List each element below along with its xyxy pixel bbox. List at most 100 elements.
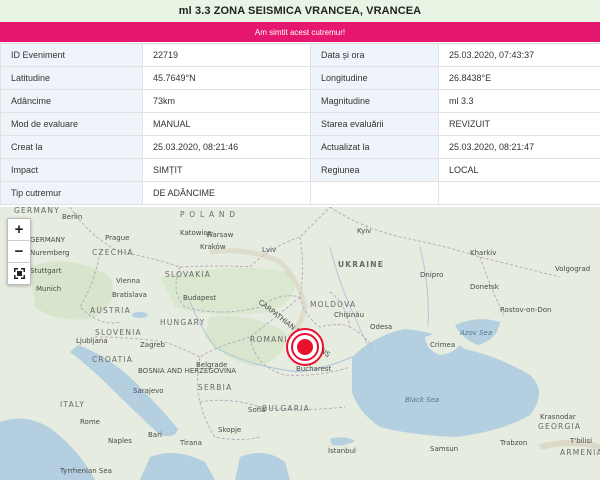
table-row: Mod de evaluare MANUAL Starea evaluării … xyxy=(0,112,600,136)
map-label-sarajevo: Sarajevo xyxy=(133,387,164,395)
map-label-nuremberg: Nuremberg xyxy=(30,249,69,257)
map-label-austria: AUSTRIA xyxy=(90,306,131,315)
map-label-bari: Bari xyxy=(148,431,162,439)
evaluation-status-label: Starea evaluării xyxy=(310,112,439,136)
map-label-naples: Naples xyxy=(108,437,132,445)
map-label-moldova: MOLDOVA xyxy=(310,300,356,309)
empty-cell xyxy=(310,181,439,205)
map-label-donetsk: Donetsk xyxy=(470,283,500,291)
table-row: Adâncime 73km Magnitudine ml 3.3 xyxy=(0,89,600,113)
map-label-lviv: Lviv xyxy=(262,246,276,254)
created-label: Creat la xyxy=(0,135,143,159)
epicenter-marker[interactable] xyxy=(286,328,324,366)
datetime-label: Data și ora xyxy=(310,43,439,67)
table-row: Impact SIMȚIT Regiunea LOCAL xyxy=(0,158,600,182)
map-label-odesa: Odesa xyxy=(370,323,392,331)
fullscreen-icon xyxy=(13,268,25,279)
map-label-armenia: ARMENIA xyxy=(560,448,600,457)
map-label-bulgaria: BULGARIA xyxy=(262,404,310,413)
map-label-bratislava: Bratislava xyxy=(112,291,147,299)
created-value: 25.03.2020, 08:21:46 xyxy=(142,135,311,159)
map-label-poland: P O L A N D xyxy=(180,210,236,219)
map-label-tyrrhenian: Tyrrhenian Sea xyxy=(59,467,112,475)
updated-value: 25.03.2020, 08:21:47 xyxy=(438,135,600,159)
magnitude-value: ml 3.3 xyxy=(438,89,600,113)
depth-label: Adâncime xyxy=(0,89,143,113)
region-value: LOCAL xyxy=(438,158,600,182)
event-title: ml 3.3 ZONA SEISMICA VRANCEA, VRANCEA xyxy=(0,0,600,23)
map-label-kyiv: Kyiv xyxy=(357,227,371,235)
epicenter-map[interactable]: GERMANY Berlin P O L A N D Kyiv Kharkiv … xyxy=(0,207,600,480)
map-label-crimea: Crimea xyxy=(430,341,455,349)
map-label-skopje: Skopje xyxy=(218,426,241,434)
event-id-label: ID Eveniment xyxy=(0,43,143,67)
table-row: Tip cutremur DE ADÂNCIME xyxy=(0,181,600,205)
map-label-budapest: Budapest xyxy=(183,294,216,302)
empty-cell xyxy=(438,181,600,205)
map-label-krasnodar: Krasnodar xyxy=(540,413,576,421)
map-label-kharkiv: Kharkiv xyxy=(470,249,496,257)
event-id-value: 22719 xyxy=(142,43,311,67)
map-label-germany-city: GERMANY xyxy=(30,236,66,244)
evaluation-status-value: REVIZUIT xyxy=(438,112,600,136)
map-label-serbia: SERBIA xyxy=(198,383,232,392)
evaluation-mode-value: MANUAL xyxy=(142,112,311,136)
map-label-czechia: CZECHIA xyxy=(92,248,134,257)
magnitude-label: Magnitudine xyxy=(310,89,439,113)
quake-type-label: Tip cutremur xyxy=(0,181,143,205)
datetime-value: 25.03.2020, 07:43:37 xyxy=(438,43,600,67)
map-label-georgia: GEORGIA xyxy=(538,422,581,431)
map-label-tirana: Tirana xyxy=(179,439,202,447)
map-label-black-sea: Black Sea xyxy=(405,396,439,404)
map-label-dnipro: Dnipro xyxy=(420,271,443,279)
felt-earthquake-button[interactable]: Am simtit acest cutremur! xyxy=(0,22,600,42)
map-label-volgograd: Volgograd xyxy=(555,265,590,273)
map-label-samsun: Samsun xyxy=(430,445,458,453)
longitude-value: 26.8438°E xyxy=(438,66,600,90)
map-label-berlin: Berlin xyxy=(62,213,82,221)
map-label-belgrade: Belgrade xyxy=(196,361,227,369)
table-row: ID Eveniment 22719 Data și ora 25.03.202… xyxy=(0,43,600,67)
map-label-chisinau: Chișinău xyxy=(334,311,364,319)
map-label-azov-sea: Azov Sea xyxy=(459,329,492,337)
event-details-table: ID Eveniment 22719 Data și ora 25.03.202… xyxy=(0,43,600,205)
impact-value: SIMȚIT xyxy=(142,158,311,182)
zoom-in-button[interactable]: + xyxy=(8,219,30,241)
table-row: Creat la 25.03.2020, 08:21:46 Actualizat… xyxy=(0,135,600,159)
quake-type-value: DE ADÂNCIME xyxy=(142,181,311,205)
map-label-rome: Rome xyxy=(80,418,100,426)
map-label-bucharest: Bucharest xyxy=(296,365,331,373)
latitude-label: Latitudine xyxy=(0,66,143,90)
depth-value: 73km xyxy=(142,89,311,113)
map-canvas[interactable]: GERMANY Berlin P O L A N D Kyiv Kharkiv … xyxy=(0,207,600,480)
map-zoom-control[interactable]: + − xyxy=(7,218,31,285)
map-label-croatia: CROATIA xyxy=(92,355,133,364)
longitude-label: Longitudine xyxy=(310,66,439,90)
impact-label: Impact xyxy=(0,158,143,182)
map-label-prague: Prague xyxy=(105,234,129,242)
map-label-italy: ITALY xyxy=(60,400,85,409)
map-label-krakow: Kraków xyxy=(200,243,226,251)
latitude-value: 45.7649°N xyxy=(142,66,311,90)
table-row: Latitudine 45.7649°N Longitudine 26.8438… xyxy=(0,66,600,90)
map-label-ljubljana: Ljubljana xyxy=(76,337,108,345)
map-label-zagreb: Zagreb xyxy=(140,341,166,349)
evaluation-mode-label: Mod de evaluare xyxy=(0,112,143,136)
region-label: Regiunea xyxy=(310,158,439,182)
map-label-germany: GERMANY xyxy=(14,207,60,215)
map-label-ukraine: UKRAINE xyxy=(338,260,384,269)
map-label-trabzon: Trabzon xyxy=(499,439,527,447)
map-label-stuttgart: Stuttgart xyxy=(30,267,62,275)
map-label-munich: Munich xyxy=(36,285,61,293)
fullscreen-button[interactable] xyxy=(8,263,30,284)
map-label-istanbul: İstanbul xyxy=(328,446,356,455)
map-label-vienna: Vienna xyxy=(116,277,140,285)
map-label-katowice: Katowice xyxy=(180,229,212,237)
map-label-slovenia: SLOVENIA xyxy=(95,328,142,337)
map-label-slovakia: SLOVAKIA xyxy=(165,270,211,279)
map-label-rostov: Rostov-on-Don xyxy=(500,306,551,314)
zoom-out-button[interactable]: − xyxy=(8,241,30,263)
map-label-tbilisi: T'bilisi xyxy=(569,437,592,445)
map-label-hungary: HUNGARY xyxy=(160,318,205,327)
updated-label: Actualizat la xyxy=(310,135,439,159)
